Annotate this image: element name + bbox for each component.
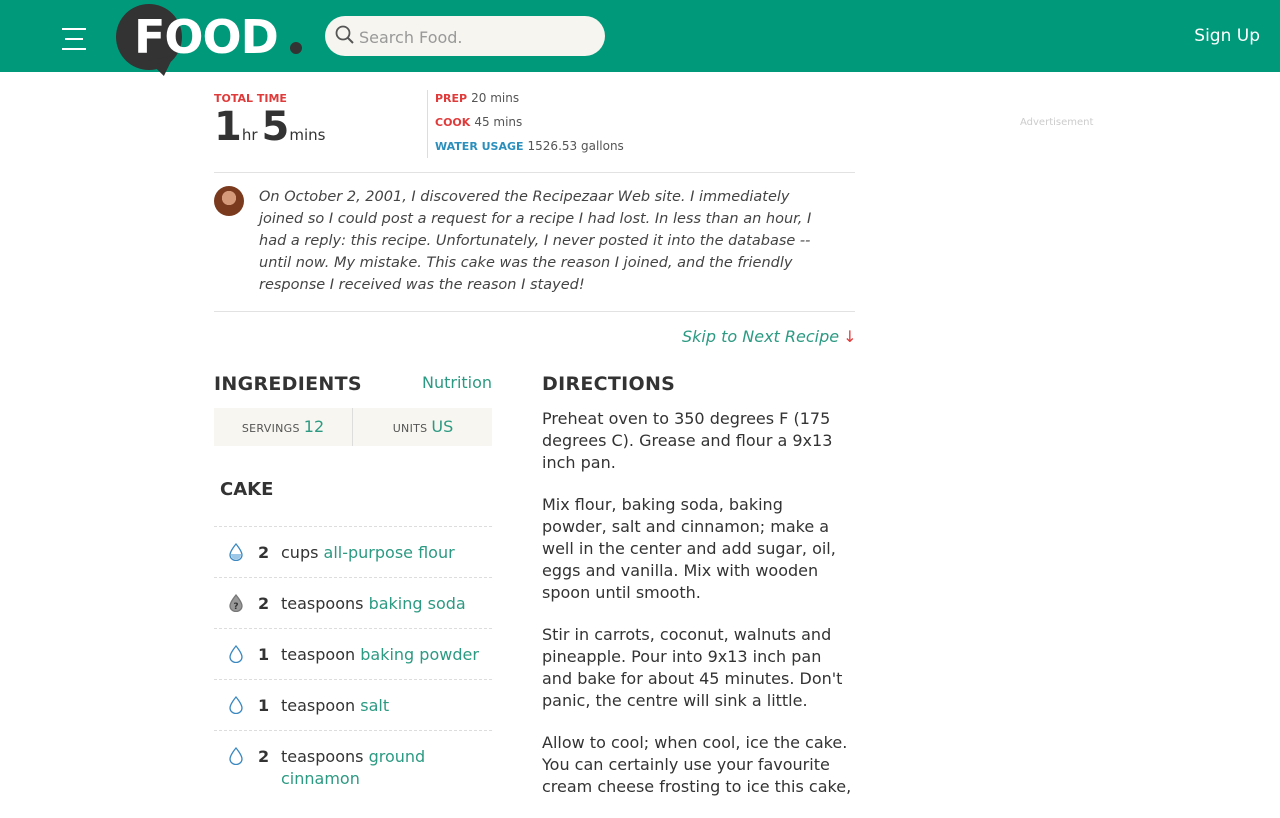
ingredient-item: 1 teaspoon baking powder	[214, 628, 492, 679]
direction-step: Mix flour, baking soda, baking powder, s…	[542, 495, 836, 602]
nutrition-link[interactable]: Nutrition	[422, 373, 492, 392]
water-usage-value: 1526.53 gallons	[527, 139, 624, 153]
ingredient-item: 2 cups all-purpose flour	[214, 526, 492, 577]
ingredient-text: cups all-purpose flour	[281, 542, 481, 564]
servings-label: SERVINGS	[241, 422, 300, 435]
water-drop-icon[interactable]	[228, 747, 244, 765]
direction-step: Stir in carrots, coconut, walnuts and pi…	[542, 625, 843, 710]
water-drop-icon[interactable]	[228, 645, 244, 663]
water-drop-icon[interactable]	[228, 696, 244, 714]
ingredients-title: INGREDIENTS	[214, 373, 362, 395]
ingredient-quantity: 2	[258, 543, 270, 562]
cook-label: COOK	[435, 116, 471, 129]
ingredient-list: 2 cups all-purpose flour ? 2 teaspoons b…	[214, 526, 492, 803]
recipe-options: SERVINGS 12 UNITS US	[214, 408, 492, 446]
svg-text:?: ?	[233, 602, 238, 612]
ingredient-name-link[interactable]: all-purpose flour	[324, 543, 455, 562]
ingredient-quantity: 2	[258, 594, 270, 613]
ingredient-name-link[interactable]: baking powder	[360, 645, 479, 664]
divider	[214, 172, 855, 173]
ingredient-unit: cups	[281, 543, 319, 562]
ingredient-section-title: CAKE	[220, 479, 274, 500]
time-divider	[427, 90, 428, 158]
sign-up-link[interactable]: Sign Up	[1194, 26, 1260, 46]
water-usage-label[interactable]: WATER USAGE	[435, 140, 524, 153]
prep-time-row: PREP 20 mins	[435, 91, 519, 105]
ingredient-unit: teaspoons	[281, 747, 364, 766]
ingredient-text: teaspoon salt	[281, 695, 481, 717]
options-divider	[352, 408, 353, 446]
skip-label: Skip to Next Recipe	[682, 327, 840, 346]
recipe-description: On October 2, 2001, I discovered the Rec…	[259, 189, 812, 293]
logo-text: FOOD	[134, 10, 279, 64]
units-selector[interactable]: UNITS US	[354, 408, 492, 446]
search-icon	[335, 25, 354, 44]
search-box[interactable]	[325, 16, 605, 58]
menu-icon[interactable]	[62, 28, 86, 50]
directions-title: DIRECTIONS	[542, 373, 676, 395]
ingredient-quantity: 1	[258, 696, 270, 715]
ingredient-text: teaspoons baking soda	[281, 593, 481, 615]
ingredient-name-link[interactable]: salt	[360, 696, 389, 715]
servings-value: 12	[303, 417, 325, 436]
minutes-unit: mins	[289, 126, 326, 144]
ingredient-item: 1 teaspoon salt	[214, 679, 492, 730]
cook-value: 45 mins	[474, 115, 523, 129]
skip-to-next-recipe-link[interactable]: Skip to Next Recipe ↓	[682, 327, 857, 346]
ingredient-quantity: 1	[258, 645, 270, 664]
food-logo[interactable]: FOOD	[116, 4, 306, 80]
ingredient-item: 2 teaspoons ground cinnamon	[214, 730, 492, 803]
water-drop-unknown-icon[interactable]: ?	[228, 594, 244, 612]
prep-label: PREP	[435, 92, 468, 105]
ingredient-item: ? 2 teaspoons baking soda	[214, 577, 492, 628]
ingredient-quantity: 2	[258, 747, 270, 766]
water-drop-filled-icon[interactable]	[228, 543, 244, 561]
top-navigation-bar: FOOD Sign Up	[0, 0, 1280, 79]
author-avatar[interactable]	[214, 186, 244, 216]
ingredient-name-link[interactable]: baking soda	[369, 594, 466, 613]
cook-time-row: COOK 45 mins	[435, 115, 522, 129]
arrow-down-icon: ↓	[843, 327, 857, 346]
total-time-value: 1hr 5mins	[214, 104, 329, 150]
ingredient-unit: teaspoons	[281, 594, 364, 613]
units-value: US	[431, 417, 454, 436]
search-input[interactable]	[357, 16, 591, 58]
directions-list: Preheat oven to 350 degrees F (175 degre…	[542, 408, 852, 818]
direction-step: Preheat oven to 350 degrees F (175 degre…	[542, 409, 833, 472]
servings-selector[interactable]: SERVINGS 12	[214, 408, 352, 446]
total-minutes: 5	[261, 104, 290, 150]
direction-step: Allow to cool; when cool, ice the cake. …	[542, 733, 852, 796]
ingredient-text: teaspoon baking powder	[281, 644, 481, 666]
total-hours: 1	[214, 104, 242, 150]
divider	[214, 311, 855, 312]
advertisement-label: Advertisement	[1020, 117, 1094, 128]
water-usage-row: WATER USAGE 1526.53 gallons	[435, 139, 624, 153]
units-label: UNITS	[392, 422, 428, 435]
prep-value: 20 mins	[471, 91, 520, 105]
hours-unit: hr	[241, 126, 258, 144]
ingredient-unit: teaspoon	[281, 645, 356, 664]
ingredient-unit: teaspoon	[281, 696, 356, 715]
ingredient-text: teaspoons ground cinnamon	[281, 746, 481, 790]
